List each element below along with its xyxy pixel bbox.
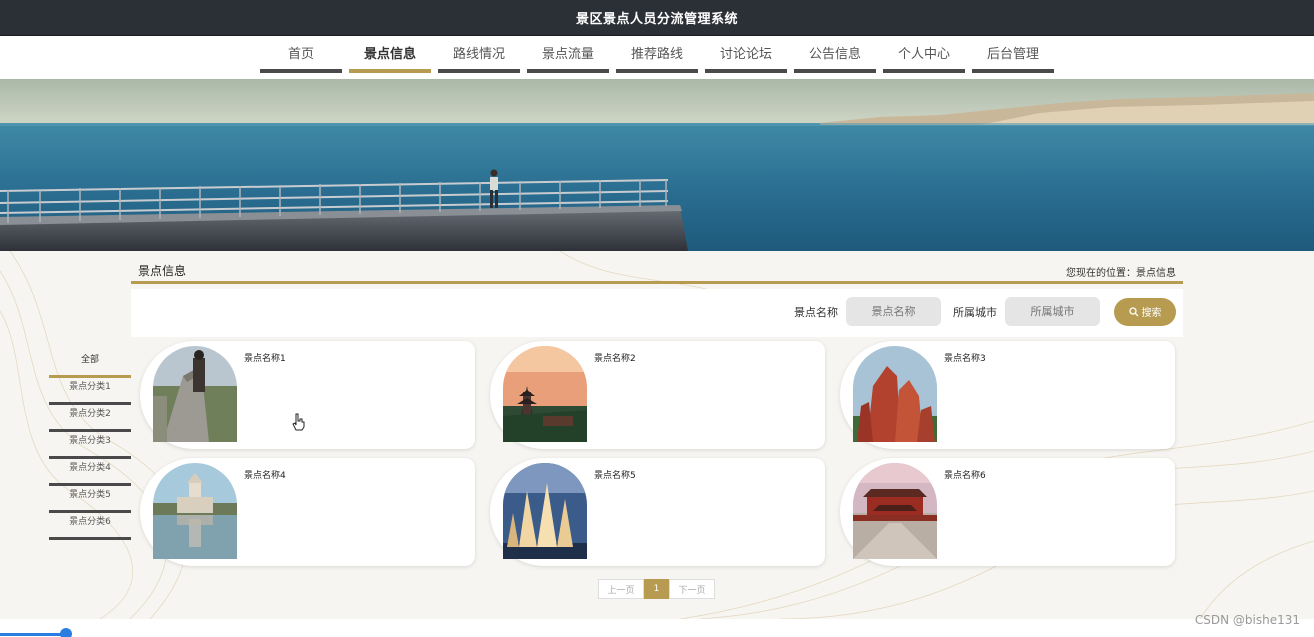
spot-card[interactable]: 景点名称3 — [840, 341, 1175, 449]
nav-item-recommended[interactable]: 推荐路线 — [616, 45, 698, 73]
nav-item-profile[interactable]: 个人中心 — [883, 45, 965, 73]
spot-name: 景点名称2 — [594, 354, 636, 364]
spot-name-input[interactable] — [846, 297, 941, 326]
spot-card[interactable]: 景点名称5 — [490, 458, 825, 566]
search-button-label: 搜索 — [1141, 308, 1162, 319]
hero-banner — [0, 79, 1314, 251]
hand-cursor-icon — [292, 413, 305, 431]
spot-name-label: 景点名称 — [794, 305, 838, 319]
spot-card[interactable]: 景点名称2 — [490, 341, 825, 449]
spot-name: 景点名称6 — [944, 471, 986, 481]
spot-card[interactable]: 景点名称4 — [140, 458, 475, 566]
red-rocks-photo — [853, 346, 937, 442]
nav-item-traffic[interactable]: 景点流量 — [527, 45, 609, 73]
nav-item-notices[interactable]: 公告信息 — [794, 45, 876, 73]
category-all[interactable]: 全部 — [49, 351, 131, 378]
category-sidebar: 全部 景点分类1 景点分类2 景点分类3 景点分类4 景点分类5 景点分类6 — [49, 351, 131, 540]
nav-item-attractions[interactable]: 景点信息 — [349, 45, 431, 73]
next-page-button[interactable]: 下一页 — [669, 579, 715, 599]
spot-card[interactable]: 景点名称6 — [840, 458, 1175, 566]
city-label: 所属城市 — [953, 305, 997, 319]
search-bar: 景点名称 所属城市 搜索 — [794, 297, 1176, 326]
main-nav: 首页 景点信息 路线情况 景点流量 推荐路线 讨论论坛 公告信息 个人中心 后台… — [0, 36, 1314, 79]
content-area: 景点信息 您现在的位置：景点信息 景点名称 所属城市 搜索 全部 景点分类1 景… — [0, 251, 1314, 619]
category-1[interactable]: 景点分类1 — [49, 378, 131, 405]
progress-slider-knob[interactable] — [60, 628, 72, 637]
nav-item-forum[interactable]: 讨论论坛 — [705, 45, 787, 73]
search-icon — [1128, 306, 1138, 316]
prev-page-button[interactable]: 上一页 — [598, 579, 644, 599]
current-page[interactable]: 1 — [644, 579, 669, 599]
breadcrumb: 您现在的位置：景点信息 — [1066, 268, 1176, 279]
memorial-reflection-photo — [153, 463, 237, 559]
spot-name: 景点名称4 — [244, 471, 286, 481]
progress-track — [0, 633, 68, 636]
app-title: 景区景点人员分流管理系统 — [575, 12, 738, 27]
category-3[interactable]: 景点分类3 — [49, 432, 131, 459]
category-4[interactable]: 景点分类4 — [49, 459, 131, 486]
pagination: 上一页 1 下一页 — [598, 579, 715, 599]
spot-name: 景点名称5 — [594, 471, 636, 481]
title-bar: 景区景点人员分流管理系统 — [0, 0, 1314, 36]
search-button[interactable]: 搜索 — [1114, 297, 1176, 326]
palace-gate-photo — [853, 463, 937, 559]
sail-towers-photo — [503, 463, 587, 559]
section-header: 景点信息 您现在的位置：景点信息 — [131, 262, 1183, 284]
spot-name: 景点名称3 — [944, 354, 986, 364]
nav-item-home[interactable]: 首页 — [260, 45, 342, 73]
pagoda-sunset-photo — [503, 346, 587, 442]
city-input[interactable] — [1005, 297, 1100, 326]
great-wall-photo — [153, 346, 237, 442]
nav-item-routes[interactable]: 路线情况 — [438, 45, 520, 73]
category-6[interactable]: 景点分类6 — [49, 513, 131, 540]
spot-name: 景点名称1 — [244, 354, 286, 364]
section-title: 景点信息 — [138, 264, 187, 278]
spot-card[interactable]: 景点名称1 — [140, 341, 475, 449]
category-2[interactable]: 景点分类2 — [49, 405, 131, 432]
bottom-strip — [0, 619, 1314, 637]
category-5[interactable]: 景点分类5 — [49, 486, 131, 513]
nav-item-admin[interactable]: 后台管理 — [972, 45, 1054, 73]
watermark: CSDN @bishe131 — [1194, 613, 1300, 627]
